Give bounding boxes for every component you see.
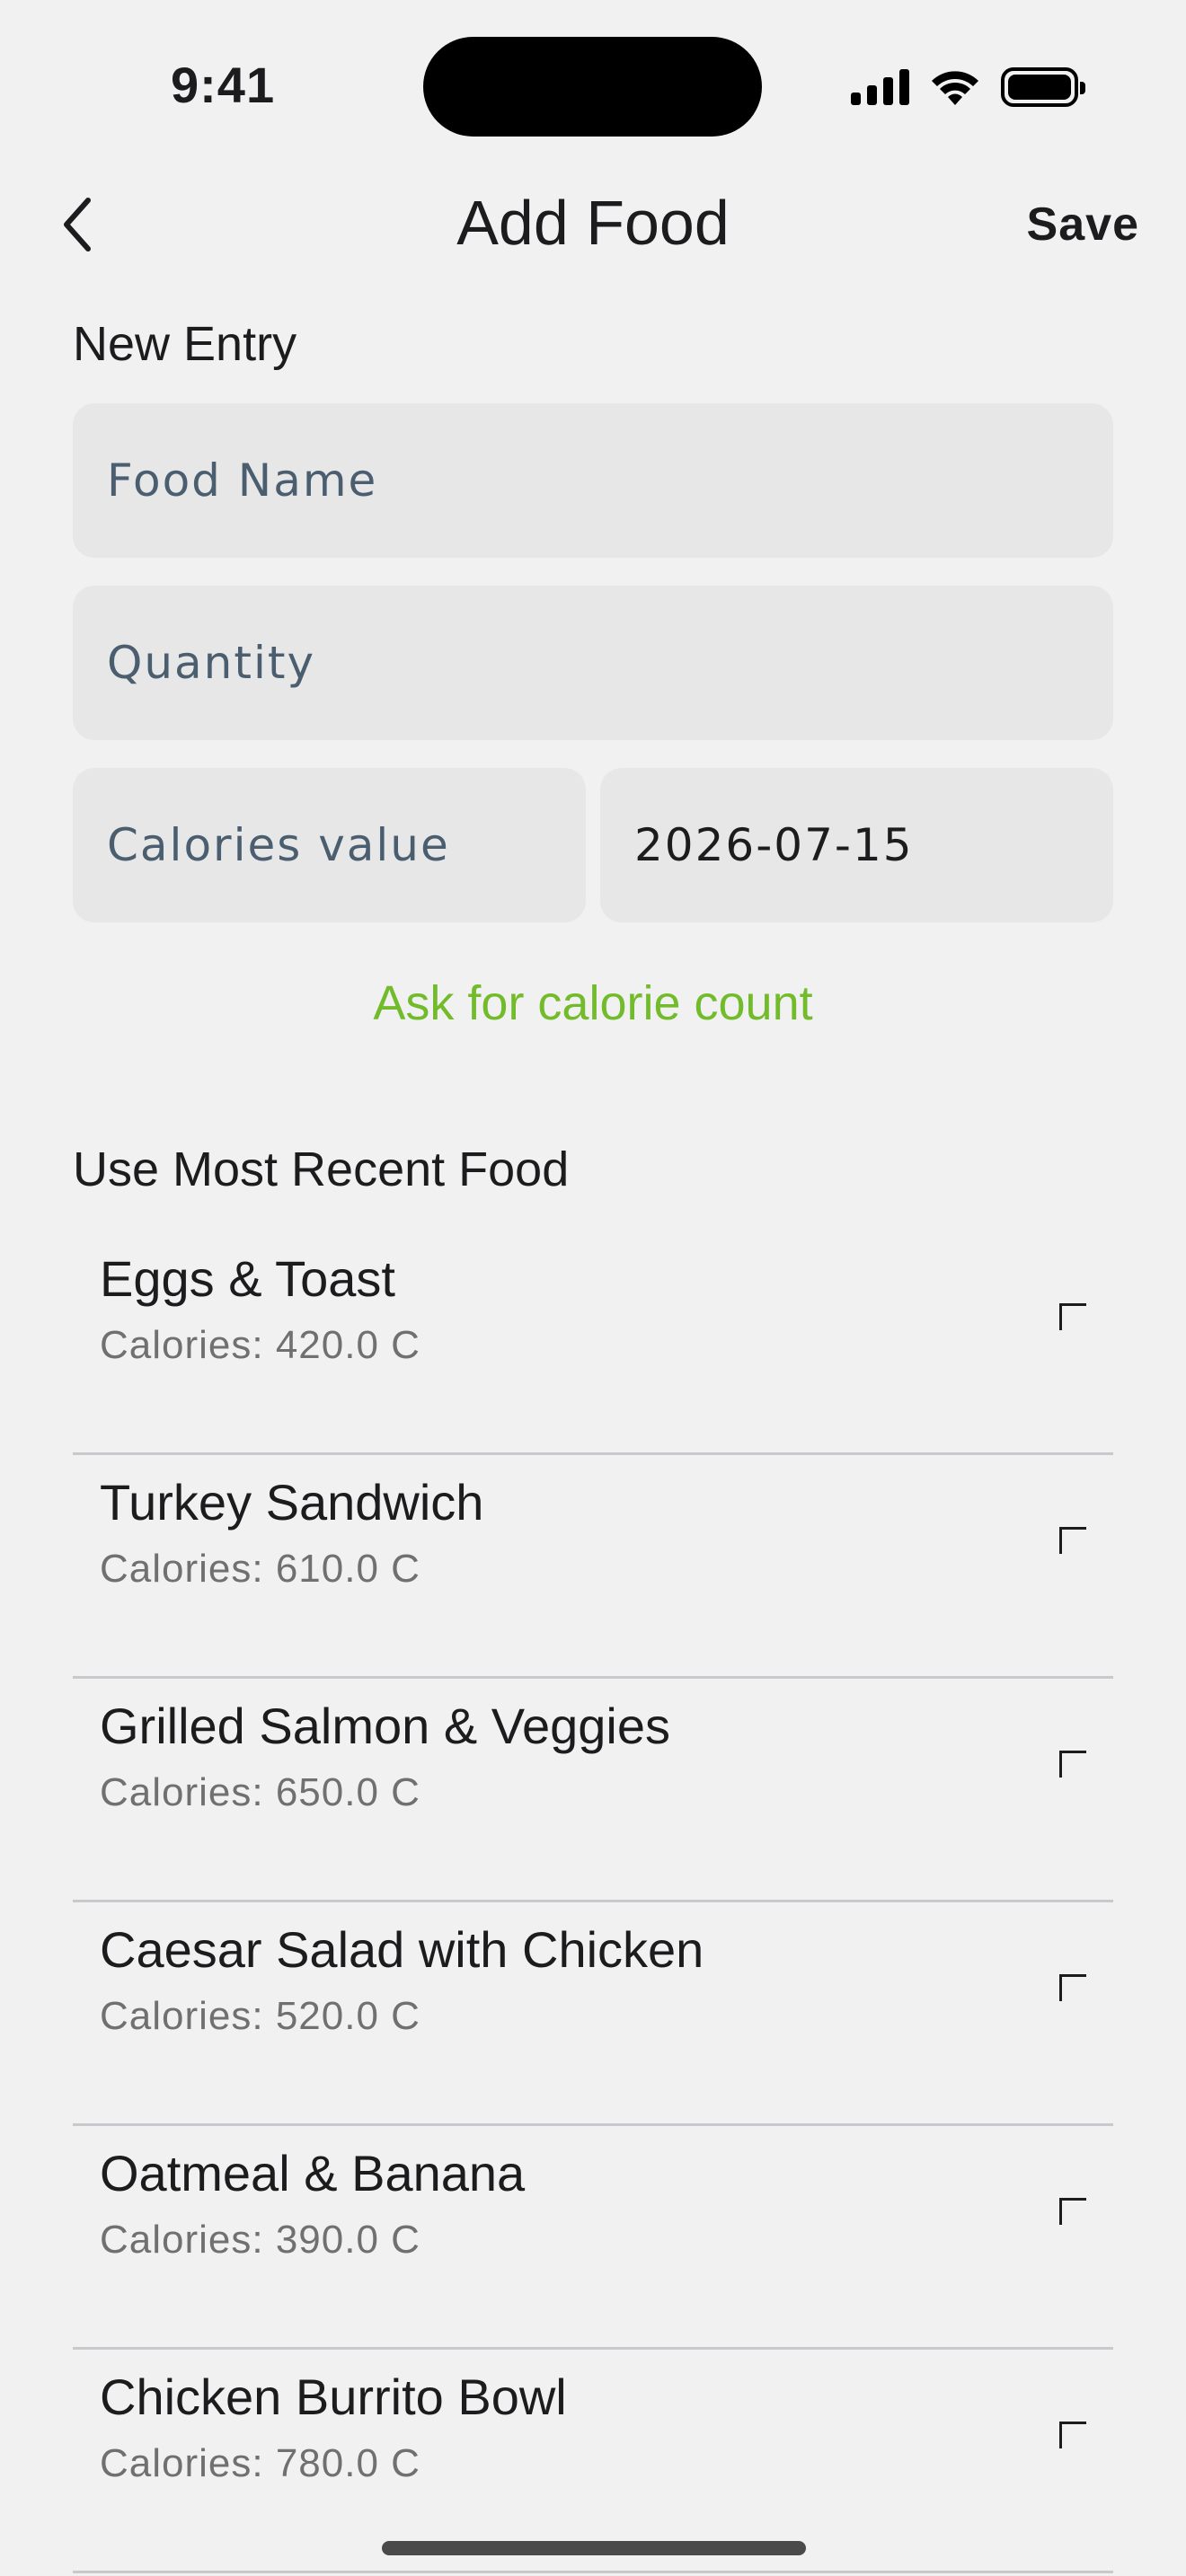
food-item-name: Grilled Salmon & Veggies [100,1698,671,1754]
recent-food-heading: Use Most Recent Food [73,1142,570,1196]
add-food-button[interactable] [1032,1500,1086,1554]
add-food-screen: 9:41 Add Food Save New Entry Ask fo [0,0,1186,2576]
food-item-calories: Calories: 650.0 C [100,1770,420,1814]
list-item[interactable]: Caesar Salad with Chicken Calories: 520.… [73,1902,1113,2126]
calories-input[interactable] [73,768,586,922]
home-indicator[interactable] [382,2541,806,2555]
food-item-calories: Calories: 780.0 C [100,2441,420,2485]
status-icons [851,66,1085,108]
battery-icon [1001,67,1085,107]
food-item-name: Oatmeal & Banana [100,2145,526,2201]
wifi-icon [932,71,978,105]
quantity-input[interactable] [73,586,1113,740]
food-item-name: Turkey Sandwich [100,1474,484,1531]
food-item-name: Caesar Salad with Chicken [100,1921,704,1978]
navigation-bar: Add Food Save [0,171,1186,278]
add-food-button[interactable] [1032,1276,1086,1330]
food-item-calories: Calories: 420.0 C [100,1323,420,1367]
add-food-button[interactable] [1032,1724,1086,1778]
add-food-button[interactable] [1032,2395,1086,2448]
food-name-input[interactable] [73,403,1113,558]
list-item[interactable]: Oatmeal & Banana Calories: 390.0 C [73,2126,1113,2350]
food-item-calories: Calories: 390.0 C [100,2218,420,2262]
add-food-button[interactable] [1032,2171,1086,2225]
list-item[interactable]: Eggs & Toast Calories: 420.0 C [73,1231,1113,1455]
list-item[interactable]: Chicken Burrito Bowl Calories: 780.0 C [73,2350,1113,2573]
ask-calorie-count-link[interactable]: Ask for calorie count [0,975,1186,1031]
add-food-button[interactable] [1032,1947,1086,2001]
food-item-name: Chicken Burrito Bowl [100,2369,567,2425]
status-bar: 9:41 [0,0,1186,162]
cellular-signal-icon [851,69,909,105]
dynamic-island [423,37,762,137]
new-entry-heading: New Entry [73,317,297,371]
date-field[interactable] [600,768,1113,922]
page-title: Add Food [456,188,730,258]
save-button[interactable]: Save [1027,198,1139,251]
list-item[interactable]: Grilled Salmon & Veggies Calories: 650.0… [73,1679,1113,1902]
food-item-calories: Calories: 610.0 C [100,1547,420,1591]
food-item-name: Eggs & Toast [100,1250,395,1307]
status-time: 9:41 [171,57,276,113]
food-item-calories: Calories: 520.0 C [100,1994,420,2038]
list-item[interactable]: Turkey Sandwich Calories: 610.0 C [73,1455,1113,1679]
recent-food-list: Eggs & Toast Calories: 420.0 C Turkey Sa… [73,1231,1113,2573]
